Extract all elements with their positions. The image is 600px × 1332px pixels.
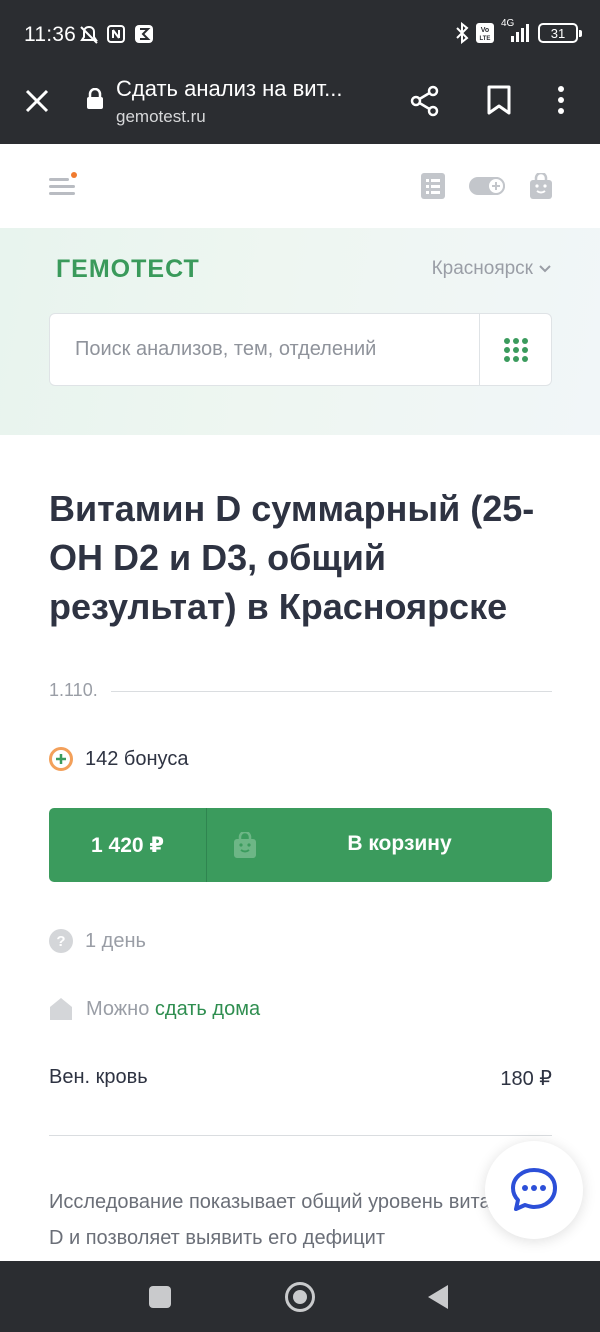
recent-apps-button[interactable] [149, 1286, 171, 1308]
toggle-icon[interactable] [469, 176, 507, 196]
browser-page-title[interactable]: Сдать анализ на вит... [116, 76, 343, 102]
browser-url[interactable]: gemotest.ru [116, 107, 206, 127]
home-visit-info: Можно сдать дома [49, 997, 260, 1021]
hero-section: ГЕМОТЕСТ Красноярск [0, 228, 600, 435]
duration-info: ? 1 день [49, 929, 146, 953]
catalog-button[interactable] [479, 314, 551, 385]
grid-icon [503, 337, 528, 362]
price: 1 420 ₽ [49, 808, 207, 882]
volte-icon: Vo LTE [476, 23, 494, 43]
status-right: Vo LTE 4G 31 [455, 18, 582, 44]
nfc-icon [107, 25, 125, 43]
home-button[interactable] [285, 1282, 315, 1312]
sample-row: Вен. кровь 180 ₽ [49, 1066, 552, 1090]
bonus-info: 142 бонуса [49, 747, 188, 771]
bluetooth-icon [456, 22, 469, 44]
list-icon[interactable] [421, 173, 445, 199]
bonus-text: 142 бонуса [85, 747, 189, 770]
lock-icon [87, 88, 103, 109]
system-nav-bar [0, 1261, 600, 1332]
duration-text: 1 день [85, 929, 146, 952]
site-logo[interactable]: ГЕМОТЕСТ [56, 255, 200, 284]
signal-icon: 4G [501, 18, 531, 44]
back-button[interactable] [428, 1285, 448, 1309]
status-bar: 11:36 Vo LTE 4G 31 [0, 0, 600, 70]
bookmark-icon[interactable] [486, 84, 512, 116]
cart-area[interactable]: В корзину [207, 808, 552, 882]
battery-icon: 31 [538, 23, 582, 43]
divider [49, 1135, 552, 1136]
share-icon[interactable] [408, 84, 442, 118]
status-time: 11:36 [24, 23, 76, 46]
more-icon[interactable] [556, 84, 566, 116]
notification-dot [71, 172, 77, 178]
home-prefix: Можно [86, 997, 150, 1020]
mute-notifications-icon [80, 25, 98, 44]
chat-button[interactable] [485, 1141, 583, 1239]
battery-level: 31 [550, 25, 566, 41]
sample-label: Вен. кровь [49, 1066, 148, 1088]
house-icon [50, 998, 72, 1020]
divider [111, 691, 552, 692]
menu-icon[interactable] [49, 172, 79, 198]
bag-icon[interactable] [530, 173, 552, 199]
sample-price: 180 ₽ [500, 1068, 552, 1090]
city-name: Красноярск [431, 258, 533, 279]
question-icon[interactable]: ? [49, 929, 73, 953]
site-header [0, 144, 600, 228]
svg-text:LTE: LTE [480, 36, 491, 42]
city-selector[interactable]: Красноярск [432, 258, 551, 280]
chevron-down-icon [539, 265, 551, 273]
search-bar [49, 313, 552, 386]
page-title: Витамин D суммарный (25-OH D2 и D3, общи… [49, 488, 535, 627]
close-icon[interactable] [22, 86, 52, 116]
svg-text:Vo: Vo [481, 27, 489, 34]
browser-toolbar: Сдать анализ на вит... gemotest.ru [0, 70, 600, 144]
cart-label: В корзину [347, 832, 452, 855]
chat-icon [511, 1168, 557, 1211]
search-input[interactable] [50, 314, 480, 385]
product-code-row: 1.110. [49, 680, 552, 704]
home-visit-link[interactable]: сдать дома [155, 998, 260, 1020]
product-code: 1.110. [49, 680, 98, 700]
description: Исследование показывает общий уровень ви… [49, 1191, 538, 1249]
sim-icon [135, 25, 153, 43]
add-to-cart-button[interactable]: 1 420 ₽ В корзину [49, 808, 552, 882]
bonus-plus-icon [49, 747, 73, 771]
